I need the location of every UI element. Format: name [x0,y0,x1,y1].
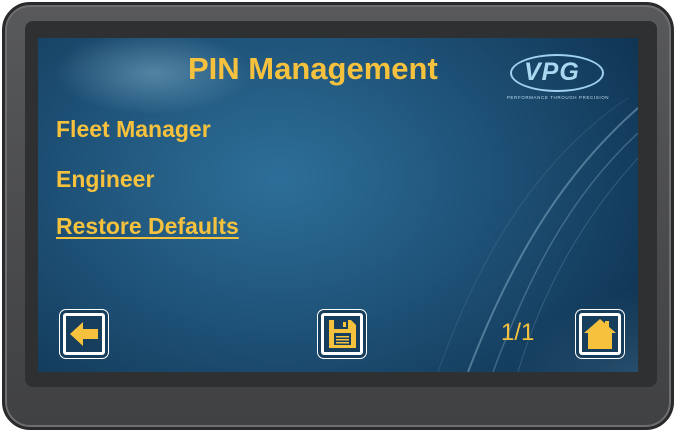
back-button[interactable] [60,310,108,358]
menu-item-fleet-manager[interactable]: Fleet Manager [56,116,211,143]
vpg-logo: VPG PERFORMANCE THROUGH PRECISION [502,54,614,104]
arrow-left-icon [66,316,102,352]
screen: PIN Management VPG PERFORMANCE THROUGH P… [38,38,638,372]
menu-item-restore-defaults[interactable]: Restore Defaults [56,213,239,240]
home-icon [582,316,618,352]
logo-text: VPG [524,58,580,86]
home-button[interactable] [576,310,624,358]
logo-tagline: PERFORMANCE THROUGH PRECISION [506,95,610,100]
floppy-disk-icon [324,316,360,352]
page-title: PIN Management [188,51,438,86]
page-indicator: 1/1 [501,319,535,346]
menu-item-engineer[interactable]: Engineer [56,166,154,193]
save-button[interactable] [318,310,366,358]
